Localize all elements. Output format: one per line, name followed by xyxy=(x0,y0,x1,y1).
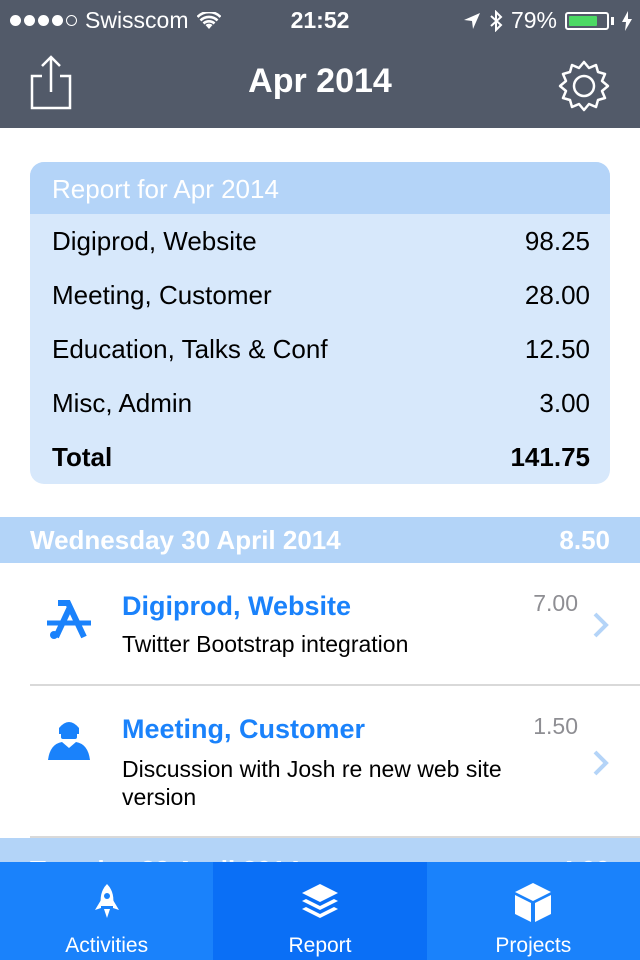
tab-projects[interactable]: Projects xyxy=(427,862,640,960)
app-store-icon xyxy=(47,600,91,639)
tab-label: Activities xyxy=(65,934,149,957)
report-row-label: Misc, Admin xyxy=(52,387,193,418)
report-row: Misc, Admin 3.00 xyxy=(30,376,610,430)
chevron-right-icon xyxy=(593,612,609,638)
day-label: Wednesday 30 April 2014 xyxy=(30,524,341,555)
battery-tip xyxy=(611,16,614,25)
report-summary: Report for Apr 2014 Digiprod, Website 98… xyxy=(30,162,610,484)
report-row-value: 3.00 xyxy=(539,387,590,418)
report-row-label: Meeting, Customer xyxy=(52,279,272,310)
activity-row[interactable]: Digiprod, Website 7.00 Twitter Bootstrap… xyxy=(0,563,640,685)
box-icon xyxy=(515,883,552,922)
report-row: Digiprod, Website 98.25 xyxy=(30,214,610,268)
report-total-row: Total 141.75 xyxy=(30,430,610,484)
battery-percent: 79% xyxy=(510,7,557,33)
tab-label: Projects xyxy=(495,934,572,957)
activity-hours: 7.00 xyxy=(533,590,578,616)
person-icon xyxy=(48,722,90,760)
report-row-label: Digiprod, Website xyxy=(52,225,257,256)
activity-row[interactable]: Meeting, Customer 1.50 Discussion with J… xyxy=(0,686,640,836)
report-row: Meeting, Customer 28.00 xyxy=(30,268,610,322)
activity-description: Twitter Bootstrap integration xyxy=(122,631,409,657)
day-section-header: Wednesday 30 April 2014 8.50 xyxy=(0,517,640,563)
activity-hours: 1.50 xyxy=(533,713,578,739)
navigation-bar: Apr 2014 xyxy=(0,40,640,128)
layers-icon xyxy=(301,884,338,918)
report-row-value: 12.50 xyxy=(524,333,590,364)
bluetooth-icon xyxy=(490,9,503,32)
report-row: Education, Talks & Conf 12.50 xyxy=(30,322,610,376)
chevron-right-icon xyxy=(593,750,609,776)
tab-label: Report xyxy=(288,934,352,957)
battery-fill xyxy=(569,15,598,26)
gear-icon[interactable] xyxy=(558,60,610,112)
page-title: Apr 2014 xyxy=(248,62,392,100)
activity-description: Discussion with Josh re new web site ver… xyxy=(122,756,502,810)
tab-report[interactable]: Report xyxy=(213,862,427,960)
tab-bar: Activities Report Projects xyxy=(0,862,640,960)
activity-title: Meeting, Customer xyxy=(122,714,366,744)
report-row-label: Education, Talks & Conf xyxy=(52,333,328,364)
report-row-value: 98.25 xyxy=(524,225,590,256)
report-row-value: 28.00 xyxy=(524,279,590,310)
day-total: 8.50 xyxy=(559,524,610,555)
battery-icon xyxy=(565,11,609,30)
location-arrow-icon xyxy=(463,12,480,29)
status-bar: Swisscom 21:52 79% xyxy=(0,0,640,40)
report-title: Report for Apr 2014 xyxy=(30,162,610,214)
rocket-icon xyxy=(94,884,119,918)
activity-title: Digiprod, Website xyxy=(122,591,352,621)
tab-activities[interactable]: Activities xyxy=(0,862,213,960)
status-right: 79% xyxy=(463,7,632,34)
charging-bolt-icon xyxy=(622,10,632,31)
report-total-label: Total xyxy=(52,441,113,472)
report-total-value: 141.75 xyxy=(510,441,590,472)
